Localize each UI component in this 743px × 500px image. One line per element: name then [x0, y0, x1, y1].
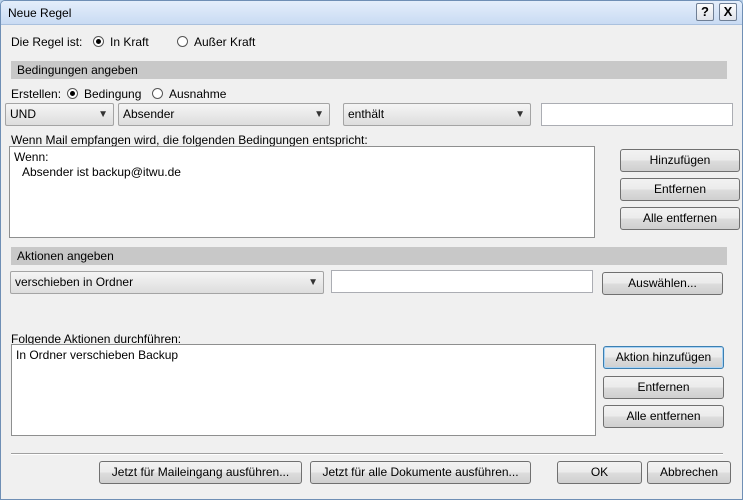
radio-bedingung[interactable] [67, 88, 78, 99]
action-target-input[interactable] [331, 270, 593, 293]
radio-in-kraft[interactable] [93, 36, 104, 47]
remove-all-actions-button[interactable]: Alle entfernen [603, 405, 724, 428]
choose-folder-button[interactable]: Auswählen... [602, 272, 723, 295]
radio-in-kraft-label[interactable]: In Kraft [110, 35, 149, 49]
close-button[interactable]: X [719, 3, 737, 21]
actions-list[interactable]: In Ordner verschieben Backup [11, 344, 596, 436]
condition-value-input[interactable] [541, 103, 733, 126]
ok-button[interactable]: OK [557, 461, 642, 484]
cancel-button[interactable]: Abbrechen [647, 461, 731, 484]
radio-ausnahme[interactable] [152, 88, 163, 99]
window-title: Neue Regel [8, 6, 72, 20]
create-label: Erstellen: [11, 87, 62, 101]
run-all-button[interactable]: Jetzt für alle Dokumente ausführen... [310, 461, 531, 484]
operator-select[interactable]: enthält ▼ [343, 103, 531, 126]
title-bar: Neue Regel ? X [1, 1, 742, 25]
radio-ausser-kraft[interactable] [177, 36, 188, 47]
rule-dialog: Neue Regel ? X Die Regel ist: In Kraft A… [0, 0, 743, 500]
operator-select-value: enthält [348, 107, 385, 121]
conditions-section-header: Bedingungen angeben [11, 61, 727, 79]
radio-ausnahme-label[interactable]: Ausnahme [169, 87, 226, 101]
rule-state-label: Die Regel ist: [11, 35, 83, 49]
actions-section-header: Aktionen angeben [11, 247, 727, 265]
list-item[interactable]: Absender ist backup@itwu.de [14, 165, 590, 180]
radio-ausser-kraft-label[interactable]: Außer Kraft [194, 35, 255, 49]
list-item[interactable]: Wenn: [14, 150, 590, 165]
list-item[interactable]: In Ordner verschieben Backup [16, 348, 591, 363]
add-action-button[interactable]: Aktion hinzufügen [603, 346, 724, 369]
field-select-value: Absender [123, 107, 175, 121]
help-button[interactable]: ? [696, 3, 714, 21]
add-condition-button[interactable]: Hinzufügen [620, 149, 740, 172]
chevron-down-icon: ▼ [314, 109, 324, 120]
chevron-down-icon: ▼ [98, 109, 108, 120]
logic-select-value: UND [10, 107, 36, 121]
action-select-value: verschieben in Ordner [15, 275, 134, 289]
remove-condition-button[interactable]: Entfernen [620, 178, 740, 201]
field-select[interactable]: Absender ▼ [118, 103, 330, 126]
logic-select[interactable]: UND ▼ [5, 103, 114, 126]
remove-action-button[interactable]: Entfernen [603, 376, 724, 399]
radio-bedingung-label[interactable]: Bedingung [84, 87, 141, 101]
remove-all-conditions-button[interactable]: Alle entfernen [620, 207, 740, 230]
run-incoming-button[interactable]: Jetzt für Maileingang ausführen... [99, 461, 302, 484]
chevron-down-icon: ▼ [515, 109, 525, 120]
conditions-list[interactable]: Wenn: Absender ist backup@itwu.de [9, 146, 595, 238]
conditions-list-label: Wenn Mail empfangen wird, die folgenden … [11, 133, 368, 147]
footer-separator [11, 453, 723, 455]
action-select[interactable]: verschieben in Ordner ▼ [10, 271, 324, 294]
chevron-down-icon: ▼ [308, 277, 318, 288]
